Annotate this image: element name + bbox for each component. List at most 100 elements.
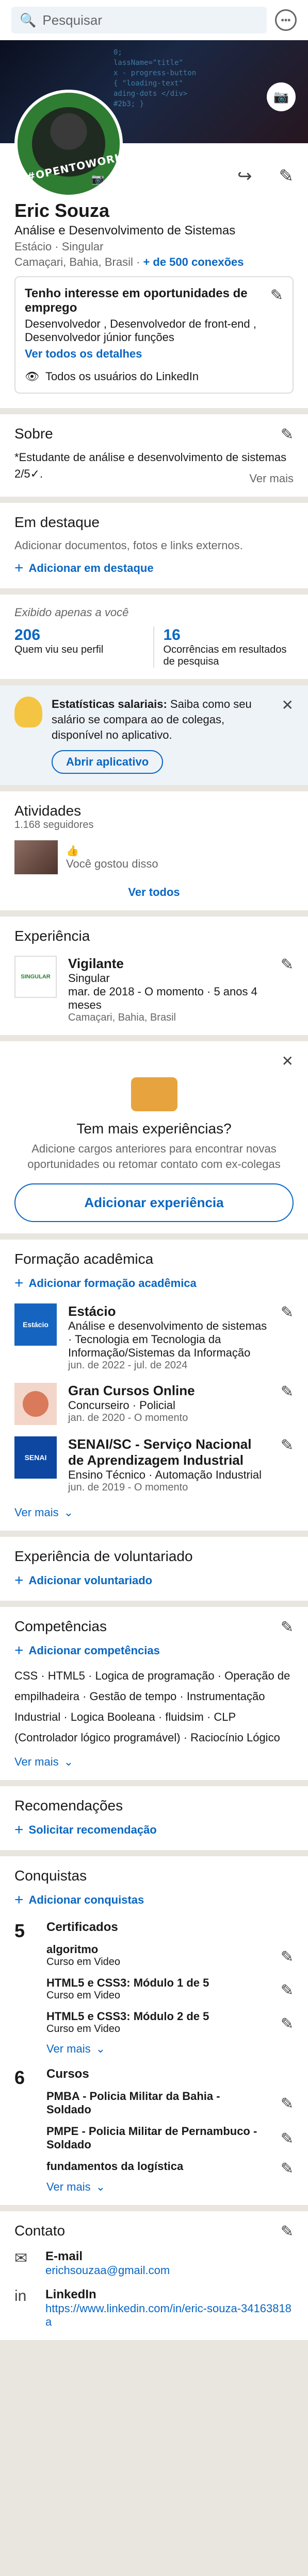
course-item[interactable]: PMBA - Policia Militar da Bahia - Soldad… [46,2090,294,2116]
plus-icon: + [14,1275,24,1292]
certificates-group: 5 Certificados algoritmo Curso em Video … [14,1920,294,2056]
experience-company: Singular [68,972,110,985]
email-label: E-mail [45,2249,83,2263]
views-count: 206 [14,626,41,643]
edit-cover-button[interactable]: 📷 [267,82,296,111]
messaging-icon[interactable]: ••• [275,9,297,31]
followers-count: 1.168 seguidores [14,819,94,831]
edit-icon[interactable]: ✎ [281,2130,294,2148]
chevron-down-icon: ⌄ [95,2042,106,2055]
close-icon[interactable]: ✕ [282,1053,294,1070]
more-exp-text: Adicione cargos anteriores para encontra… [27,1142,281,1171]
open-app-button[interactable]: Abrir aplicativo [52,750,164,774]
share-icon[interactable]: ↪ [237,166,252,187]
add-achievements-label: Adicionar conquistas [28,1893,144,1906]
add-skills-button[interactable]: + Adicionar competências [14,1642,294,1659]
more-exp-title: Tem mais experiências? [76,1121,232,1137]
email-value[interactable]: erichsouzaa@gmail.com [45,2264,170,2277]
plus-icon: + [14,1821,24,1838]
certificate-issuer: Curso em Video [46,2023,121,2035]
see-more-education[interactable]: Ver mais ⌄ [14,1506,294,1519]
add-education-button[interactable]: + Adicionar formação acadêmica [14,1275,294,1292]
add-skills-label: Adicionar competências [28,1644,160,1657]
close-icon[interactable]: ✕ [282,697,294,714]
courses-count: 6 [14,2067,25,2088]
edit-icon[interactable]: ✎ [281,2095,294,2113]
analytics-label: Exibido apenas a você [14,606,129,619]
see-details-link[interactable]: Ver todos os detalhes [25,347,283,361]
edit-icon[interactable]: ✎ [270,286,283,304]
salary-promo: Estatísticas salariais: Saiba como seu s… [0,685,308,785]
experience-role: Vigilante [68,956,124,971]
dates: jan. de 2020 - O momento [68,1412,188,1423]
certificate-item[interactable]: algoritmo Curso em Video ✎ [46,1943,294,1968]
certificate-item[interactable]: HTML5 e CSS3: Módulo 2 de 5 Curso em Vid… [46,2010,294,2035]
opentowork-card[interactable]: ✎ Tenho interesse em oportunidades de em… [14,276,294,394]
degree: Ensino Técnico · Automação Industrial [68,1468,262,1481]
edit-icon[interactable]: ✎ [281,2160,294,2178]
course-item[interactable]: PMPE - Policia Militar de Pernambuco - S… [46,2125,294,2151]
search-count: 16 [163,626,181,643]
volunteer-section: Experiência de voluntariado + Adicionar v… [0,1537,308,1601]
linkedin-url[interactable]: https://www.linkedin.com/in/eric-souza-3… [45,2302,294,2329]
add-volunteer-button[interactable]: + Adicionar voluntariado [14,1572,294,1589]
education-item[interactable]: SENAI SENAI/SC - Serviço Nacional de Apr… [14,1436,294,1494]
experience-location: Camaçari, Bahia, Brasil [68,1012,176,1023]
search-input[interactable]: 🔍 Pesquisar [11,7,267,33]
section-title: Competências [14,1618,107,1634]
add-experience-button[interactable]: Adicionar experiência [14,1183,294,1222]
linkedin-icon: in [14,2287,27,2304]
section-title: Conquistas [14,1868,87,1884]
edit-icon[interactable]: ✎ [281,1436,294,1454]
edit-icon[interactable]: ✎ [281,2223,294,2241]
connections-link[interactable]: + de 500 conexões [143,256,244,268]
email-row[interactable]: ✉ E-mail erichsouzaa@gmail.com [14,2249,294,2277]
certificate-issuer: Curso em Video [46,1956,121,1968]
edit-icon[interactable]: ✎ [279,166,294,187]
education-item[interactable]: Gran Cursos Online Concurseiro · Policia… [14,1383,294,1425]
edit-icon[interactable]: ✎ [281,1383,294,1401]
edit-icon[interactable]: ✎ [281,1303,294,1321]
edit-icon[interactable]: ✎ [281,426,294,444]
profile-card: 0; lassName="title" x - progress-button{ "… [0,40,308,408]
section-title: Sobre [14,426,53,442]
see-all-activity-link[interactable]: Ver todos [14,886,294,899]
section-title: Em destaque [14,514,100,530]
gran-cursos-logo [14,1383,57,1425]
edit-icon[interactable]: ✎ [281,956,294,974]
add-featured-button[interactable]: + Adicionar em destaque [14,560,294,577]
search-icon: 🔍 [20,12,37,28]
certificate-item[interactable]: HTML5 e CSS3: Módulo 1 de 5 Curso em Vid… [46,1976,294,2002]
certificate-title: HTML5 e CSS3: Módulo 1 de 5 [46,1976,209,1989]
see-more-courses[interactable]: Ver mais ⌄ [46,2180,294,2194]
request-recommendation-label: Solicitar recomendação [28,1823,157,1836]
school-name: SENAI/SC - Serviço Nacional de Aprendiza… [68,1436,252,1468]
company-logo: SINGULAR [14,956,57,998]
profile-views-stat[interactable]: 206 Quem viu seu perfil [14,626,154,668]
request-recommendation-button[interactable]: + Solicitar recomendação [14,1821,294,1839]
camera-icon: 📷 [273,90,289,104]
edit-icon[interactable]: ✎ [281,1981,294,1999]
education-item[interactable]: Estácio Estácio Análise e desenvolviment… [14,1303,294,1371]
see-more-certificates[interactable]: Ver mais ⌄ [46,2042,294,2056]
see-more-skills[interactable]: Ver mais ⌄ [14,1755,294,1769]
edit-icon[interactable]: ✎ [281,1948,294,1966]
recommendations-section: Recomendações + Solicitar recomendação [0,1786,308,1850]
section-title: Atividades [14,803,82,819]
more-experience-card: ✕ Tem mais experiências? Adicione cargos… [0,1041,308,1233]
edit-icon[interactable]: ✎ [281,1618,294,1636]
linkedin-row[interactable]: in LinkedIn https://www.linkedin.com/in/… [14,2287,294,2329]
activity-post[interactable]: 👍 Você gostou disso [14,840,294,874]
add-achievements-button[interactable]: + Adicionar conquistas [14,1891,294,1909]
see-more-link[interactable]: Ver mais [249,472,294,485]
chevron-down-icon: ⌄ [63,1755,74,1768]
search-appearances-stat[interactable]: 16 Ocorrências em resultados de pesquisa [154,626,294,668]
avatar[interactable]: #OPENTOWORK 📷 [14,90,123,198]
edit-icon[interactable]: ✎ [281,2015,294,2033]
experience-item[interactable]: SINGULAR Vigilante Singular mar. de 2018… [14,956,294,1024]
camera-icon: 📷 [91,174,104,185]
profile-name: Eric Souza [14,200,110,221]
course-item[interactable]: fundamentos da logística ✎ [46,2160,294,2177]
course-title: fundamentos da logística [46,2160,184,2173]
chevron-down-icon: ⌄ [63,1506,74,1519]
